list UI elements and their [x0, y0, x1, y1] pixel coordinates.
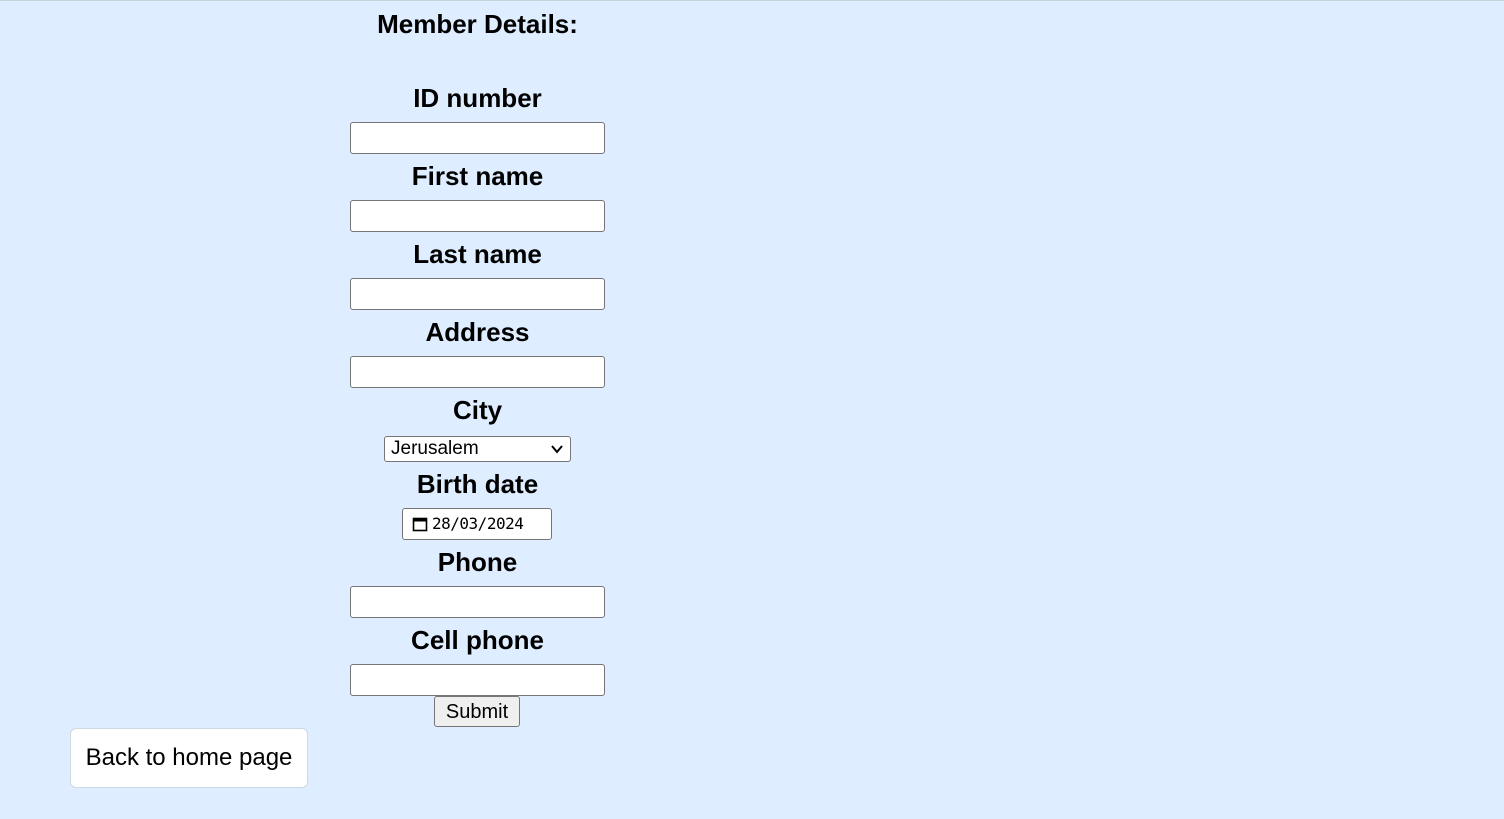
submit-button[interactable]: Submit: [434, 696, 520, 727]
address-label: Address: [425, 317, 530, 347]
birth-date-value: 28/03/2024: [432, 514, 524, 533]
date-separator: /: [477, 514, 488, 533]
city-label: City: [452, 395, 503, 425]
calendar-icon[interactable]: [412, 516, 428, 532]
cell-phone-label: Cell phone: [411, 625, 544, 655]
phone-label: Phone: [437, 547, 518, 577]
first-name-label: First name: [411, 161, 544, 191]
birth-date-month: 03: [459, 514, 478, 533]
id-number-input[interactable]: [350, 122, 605, 154]
phone-input[interactable]: [350, 586, 605, 618]
id-number-label: ID number: [413, 83, 542, 113]
birth-date-year: 2024: [486, 514, 524, 533]
city-select[interactable]: Jerusalem: [384, 436, 571, 462]
city-selected-value: Jerusalem: [391, 438, 479, 459]
birth-date-label: Birth date: [416, 469, 539, 499]
birth-date-day: 28: [432, 514, 451, 533]
last-name-input[interactable]: [350, 278, 605, 310]
last-name-label: Last name: [413, 239, 542, 269]
address-input[interactable]: [350, 356, 605, 388]
back-to-home-button[interactable]: Back to home page: [70, 728, 308, 788]
page-title: Member Details:: [377, 9, 578, 39]
chevron-down-icon: [551, 445, 563, 454]
first-name-input[interactable]: [350, 200, 605, 232]
cell-phone-input[interactable]: [350, 664, 605, 696]
birth-date-input[interactable]: 28/03/2024: [402, 508, 552, 540]
